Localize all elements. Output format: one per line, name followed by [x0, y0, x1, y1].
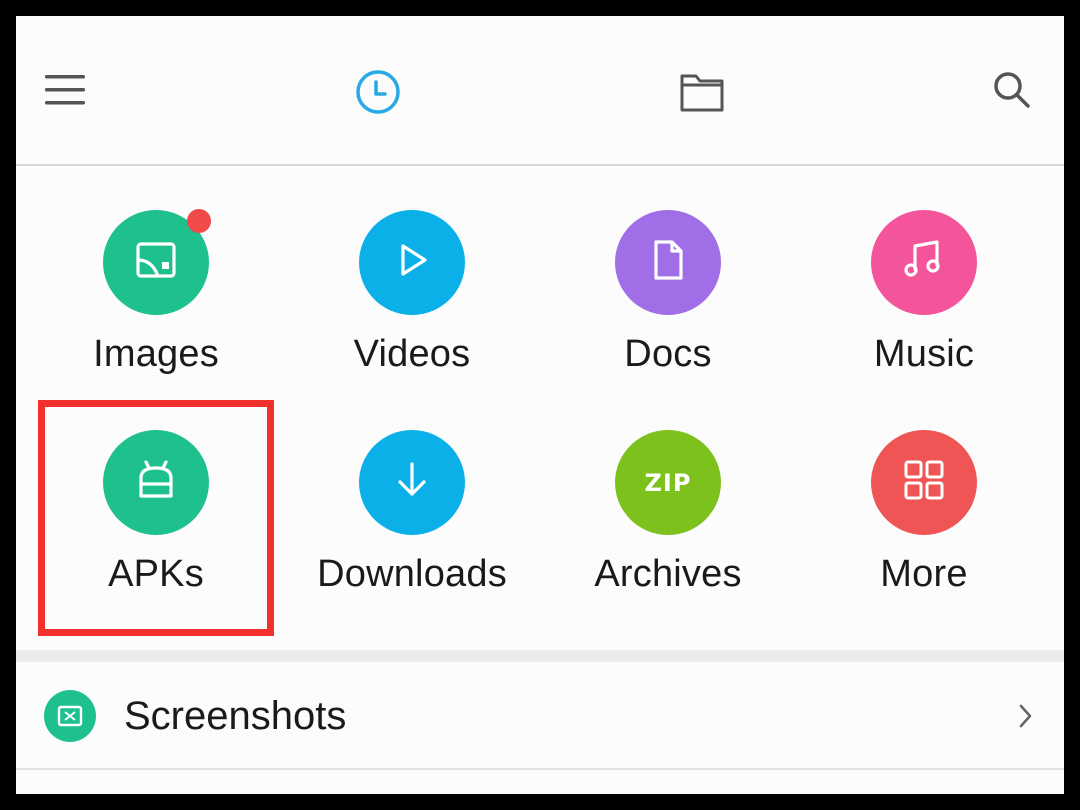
category-archives-circle: ZIP [615, 430, 721, 535]
category-archives[interactable]: ZIP Archives [540, 386, 796, 596]
grid-icon [903, 459, 945, 506]
file-manager-screen: Images Videos Docs Music APKs Downloads … [16, 16, 1064, 794]
category-videos[interactable]: Videos [284, 166, 540, 376]
category-label: Videos [353, 333, 471, 375]
music-note-icon [902, 238, 946, 287]
category-images-circle [103, 209, 211, 315]
category-videos-circle [359, 210, 465, 315]
top-bar [16, 16, 1064, 166]
section-divider [16, 650, 1064, 662]
category-music[interactable]: Music [796, 166, 1052, 376]
screenshot-icon [44, 690, 96, 742]
category-label: Archives [594, 553, 742, 595]
play-icon [392, 240, 432, 285]
folder-icon[interactable] [676, 66, 728, 118]
highlight-box [38, 400, 274, 636]
category-music-circle [871, 210, 977, 315]
list-item-label: Screenshots [124, 694, 347, 738]
download-arrow-icon [392, 460, 432, 505]
category-label: Docs [624, 333, 712, 375]
notification-badge [187, 209, 211, 233]
category-label: Images [93, 333, 219, 375]
recent-clock-icon[interactable] [352, 66, 404, 118]
category-more-circle [871, 430, 977, 535]
chevron-right-icon [1016, 702, 1036, 730]
category-label: Music [873, 333, 975, 375]
category-downloads[interactable]: Downloads [284, 386, 540, 596]
menu-icon[interactable] [42, 66, 90, 114]
list-item-screenshots[interactable]: Screenshots [16, 662, 1064, 770]
category-label: Downloads [317, 553, 507, 595]
category-docs-circle [615, 210, 721, 315]
category-images[interactable]: Images [28, 166, 284, 376]
category-label: More [880, 553, 968, 595]
category-downloads-circle [359, 430, 465, 535]
category-more[interactable]: More [796, 386, 1052, 596]
search-icon[interactable] [988, 66, 1036, 114]
document-icon [648, 238, 688, 287]
zip-icon: ZIP [644, 468, 692, 497]
category-docs[interactable]: Docs [540, 166, 796, 376]
image-icon [134, 240, 178, 285]
